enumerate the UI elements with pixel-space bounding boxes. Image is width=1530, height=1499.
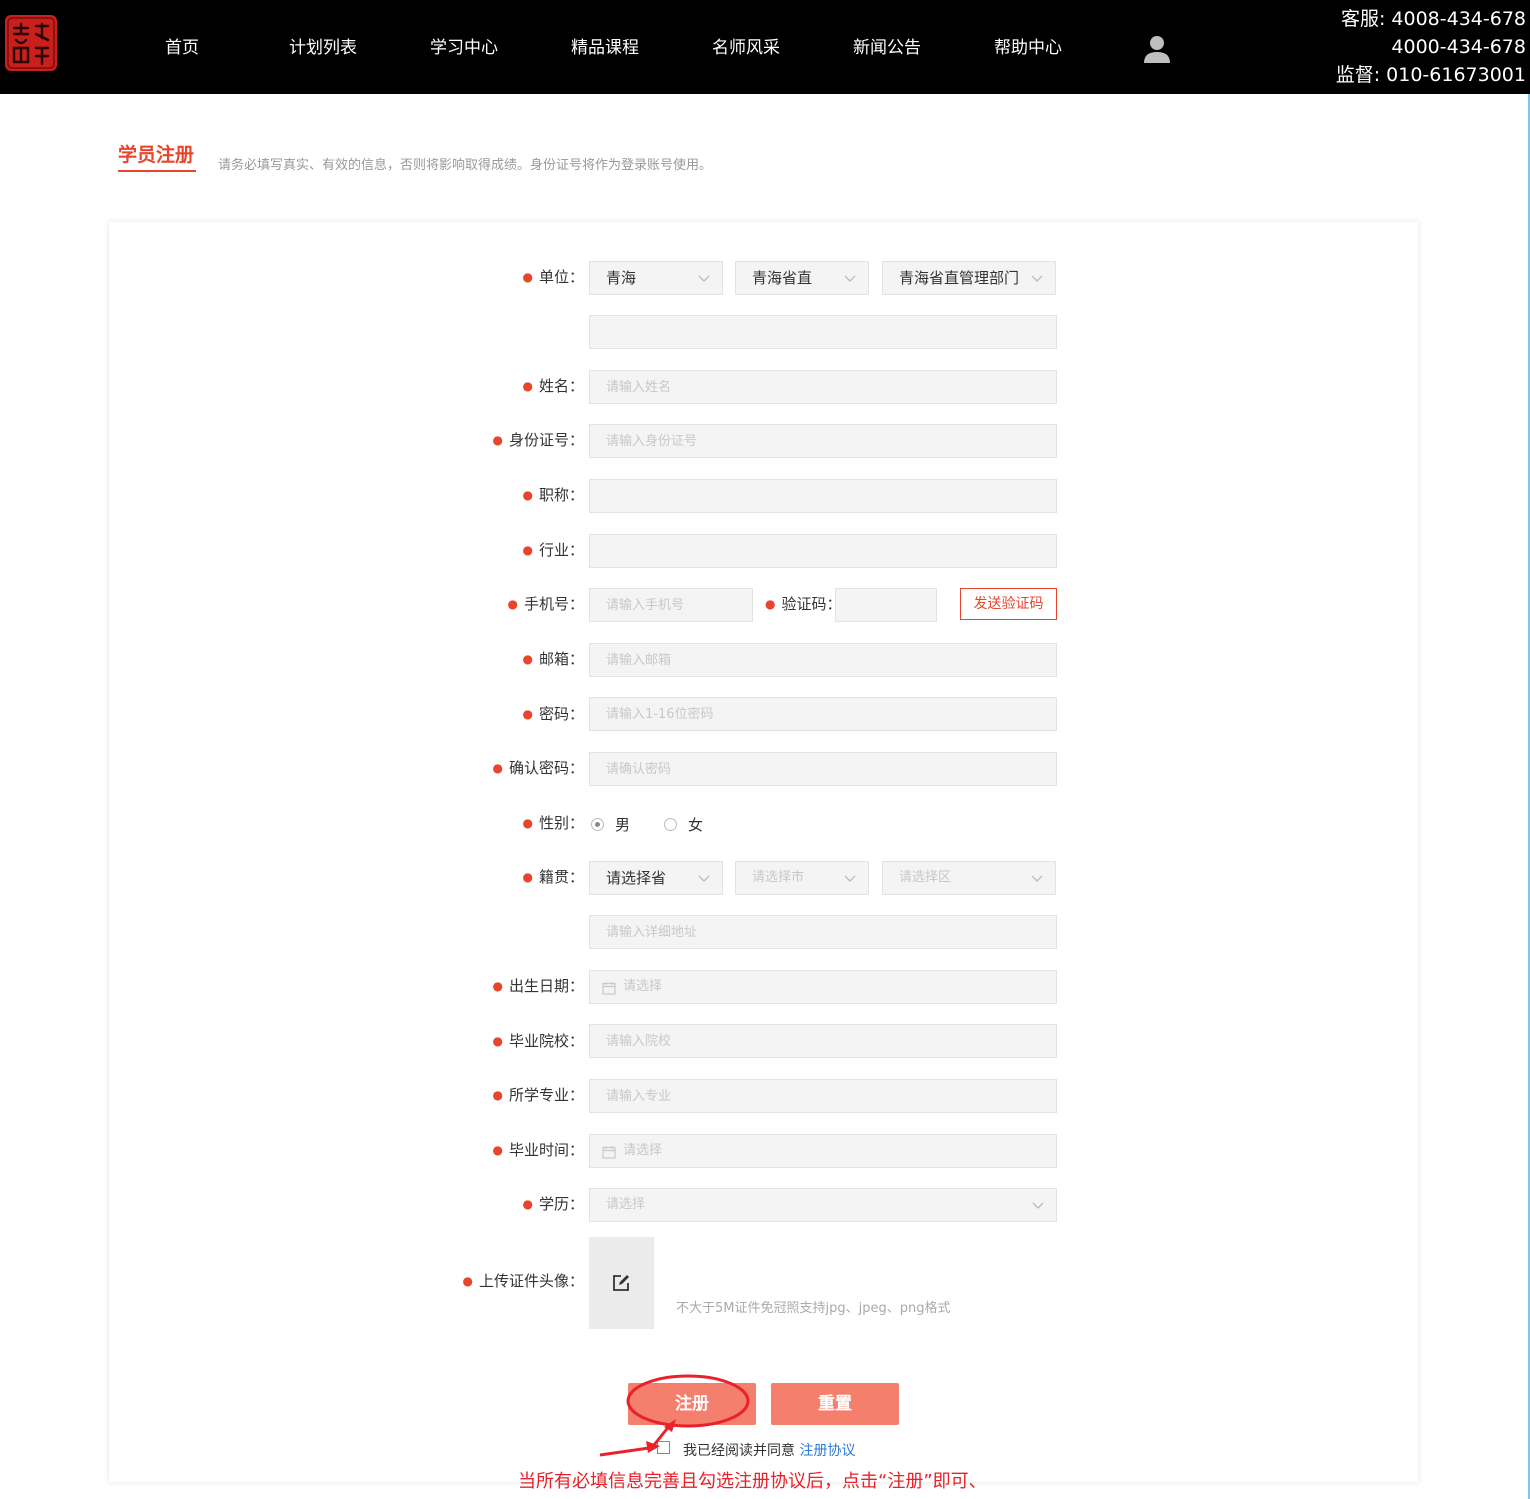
agree-label: 我已经阅读并同意	[683, 1443, 795, 1459]
photo-upload-hint: 不大于5M证件免冠照支持jpg、jpeg、png格式	[676, 1301, 951, 1316]
hometown-province-select[interactable]: 请选择省	[589, 861, 723, 895]
nav-help[interactable]: 帮助中心	[994, 33, 1062, 58]
page-description: 请务必填写真实、有效的信息，否则将影响取得成绩。身份证号将作为登录账号使用。	[218, 158, 713, 173]
gender-male-radio[interactable]	[591, 818, 604, 831]
register-button[interactable]: 注册	[628, 1383, 756, 1425]
agreement-link[interactable]: 注册协议	[799, 1443, 855, 1459]
hotline-service: 客服: 4008-434-678	[1340, 8, 1526, 30]
grad-time-picker[interactable]: 请选择	[589, 1134, 1057, 1168]
verify-code-input[interactable]	[835, 588, 937, 622]
page-title: 学员注册	[118, 144, 195, 166]
confirm-password-label: ● 确认密码：	[492, 759, 585, 777]
reset-button[interactable]: 重置	[771, 1383, 899, 1425]
gender-female-label[interactable]: 女	[688, 814, 703, 835]
password-input[interactable]	[589, 697, 1057, 731]
grad-time-placeholder: 请选择	[623, 1143, 663, 1158]
idcard-input[interactable]	[589, 424, 1057, 458]
nav-teachers[interactable]: 名师风采	[712, 33, 780, 58]
chevron-down-icon	[1031, 875, 1043, 882]
unit-detail-input[interactable]	[589, 315, 1057, 349]
chevron-down-icon	[1031, 275, 1043, 282]
email-label: ● 邮箱：	[522, 650, 585, 668]
birth-date-picker[interactable]: 请选择	[589, 970, 1057, 1004]
phone-label: ● 手机号：	[507, 595, 585, 613]
nav-news[interactable]: 新闻公告	[853, 33, 921, 58]
name-input[interactable]	[589, 370, 1057, 404]
password-label: ● 密码：	[522, 705, 585, 723]
idcard-label: ● 身份证号：	[492, 431, 585, 449]
chevron-down-icon	[844, 275, 856, 282]
birth-date-placeholder: 请选择	[623, 979, 663, 994]
school-label: ● 毕业院校：	[492, 1032, 585, 1050]
education-select[interactable]: 请选择	[589, 1188, 1057, 1222]
send-code-button[interactable]: 发送验证码	[960, 588, 1057, 620]
education-label: ● 学历：	[522, 1195, 585, 1213]
grad-time-label: ● 毕业时间：	[492, 1141, 585, 1159]
chevron-down-icon	[698, 875, 710, 882]
title-underline	[118, 170, 196, 172]
major-label: ● 所学专业：	[492, 1086, 585, 1104]
school-input[interactable]	[589, 1024, 1057, 1058]
gender-female-radio[interactable]	[664, 818, 677, 831]
top-navbar: 首页 计划列表 学习中心 精品课程 名师风采 新闻公告 帮助中心 客服: 400…	[0, 0, 1530, 94]
email-input[interactable]	[589, 643, 1057, 677]
unit-dept-select[interactable]: 青海省直管理部门	[882, 261, 1056, 295]
hometown-city-select[interactable]: 请选择市	[735, 861, 869, 895]
agree-text: 我已经阅读并同意 注册协议	[683, 1440, 855, 1460]
birth-label: ● 出生日期：	[492, 977, 585, 995]
hotline-service-2: 4000-434-678	[1391, 36, 1526, 58]
hotline-info: 客服: 4008-434-678 4000-434-678 监督: 010-61…	[1336, 5, 1526, 89]
chevron-down-icon	[698, 275, 710, 282]
nav-plan-list[interactable]: 计划列表	[289, 33, 357, 58]
name-label: ● 姓名：	[522, 377, 585, 395]
unit-label: ● 单位：	[522, 268, 585, 286]
unit-province-select[interactable]: 青海	[589, 261, 723, 295]
industry-label: ● 行业：	[522, 541, 585, 559]
industry-input[interactable]	[589, 534, 1057, 568]
photo-upload[interactable]	[589, 1237, 654, 1329]
nav-courses[interactable]: 精品课程	[571, 33, 639, 58]
edit-icon	[613, 1275, 629, 1291]
calendar-icon	[602, 982, 616, 995]
code-label: ● 验证码：	[765, 595, 842, 613]
annotation-text: 当所有必填信息完善且勾选注册协议后，点击“注册”即可、	[518, 1471, 987, 1492]
gender-label: ● 性别：	[522, 814, 585, 832]
gender-male-label[interactable]: 男	[615, 814, 630, 835]
job-title-input[interactable]	[589, 479, 1057, 513]
site-logo[interactable]	[2, 12, 60, 74]
hometown-label: ● 籍贯：	[522, 868, 585, 886]
registration-panel	[109, 222, 1418, 1482]
phone-input[interactable]	[589, 588, 753, 622]
nav-study-center[interactable]: 学习中心	[430, 33, 498, 58]
user-icon[interactable]	[1144, 35, 1170, 63]
nav-home[interactable]: 首页	[165, 33, 199, 58]
chevron-down-icon	[844, 875, 856, 882]
major-input[interactable]	[589, 1079, 1057, 1113]
job-title-label: ● 职称：	[522, 486, 585, 504]
photo-label: ● 上传证件头像：	[462, 1272, 585, 1290]
chevron-down-icon	[1032, 1202, 1044, 1209]
unit-city-select[interactable]: 青海省直	[735, 261, 869, 295]
hotline-supervision: 监督: 010-61673001	[1335, 64, 1526, 86]
address-input[interactable]	[589, 915, 1057, 949]
agree-checkbox[interactable]	[657, 1441, 670, 1454]
confirm-password-input[interactable]	[589, 752, 1057, 786]
hometown-district-select[interactable]: 请选择区	[882, 861, 1056, 895]
calendar-icon	[602, 1146, 616, 1159]
